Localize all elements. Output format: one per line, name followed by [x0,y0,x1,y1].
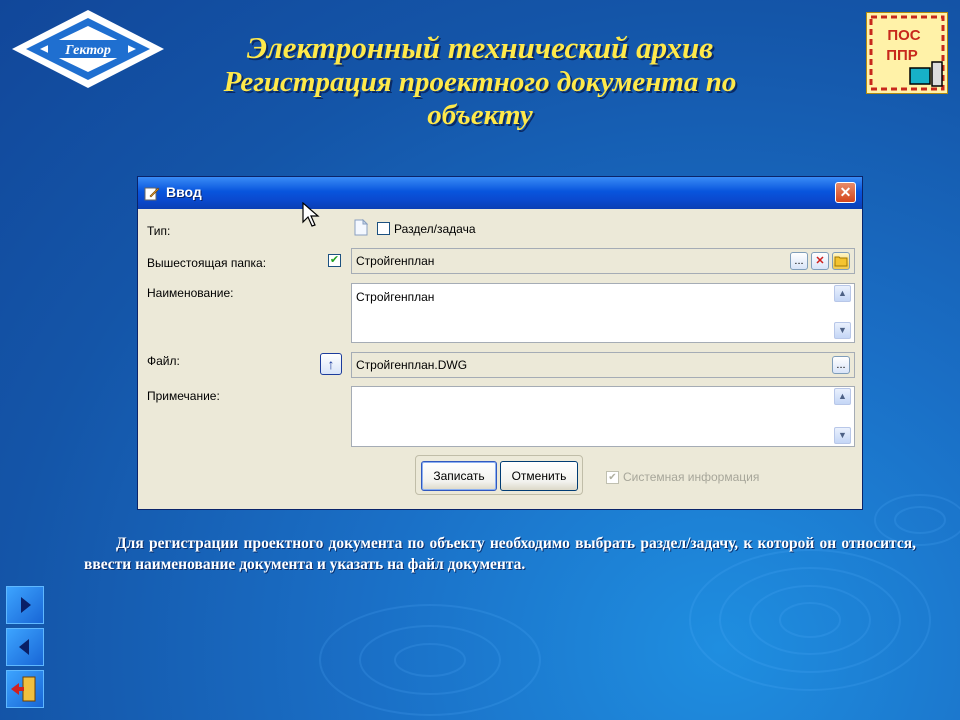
dialog-title: Ввод [166,184,202,200]
system-info-checkbox[interactable]: ✔ [606,471,619,484]
parent-folder-label: Вышестоящая папка: [147,256,267,270]
dialog-titlebar[interactable]: Ввод ✕ [138,177,862,209]
note-label: Примечание: [147,389,220,403]
pos-ppr-logo: ПОС ППР [866,12,948,94]
save-button[interactable]: Записать [421,461,497,491]
folder-icon [834,256,848,267]
name-scroll-down-button[interactable]: ▼ [834,322,851,339]
play-right-icon [21,597,31,613]
cancel-button[interactable]: Отменить [500,461,578,491]
note-textarea[interactable] [351,386,855,447]
parent-browse-button[interactable]: ... [790,252,808,270]
slide-description: Для регистрации проектного документа по … [84,535,916,573]
file-browse-button[interactable]: ... [832,356,850,374]
parent-folder-value: Стройгенплан [356,254,435,268]
name-scroll-up-button[interactable]: ▲ [834,285,851,302]
mouse-cursor-icon [302,202,320,227]
file-value: Стройгенплан.DWG [356,358,468,372]
folder-icon-button[interactable] [832,252,850,270]
note-scrollbar[interactable]: ▲ ▼ [834,388,851,445]
name-value: Стройгенплан [356,290,435,304]
edit-pencil-icon [144,187,160,201]
section-task-checkbox[interactable] [377,222,390,235]
next-slide-button[interactable] [6,586,44,624]
title-line-2: Регистрация проектного документа по [223,66,737,98]
parent-clear-button[interactable]: ✕ [811,252,829,270]
name-textarea[interactable]: Стройгенплан [351,283,855,343]
hector-logo-text: Гектор [64,43,111,58]
pos-text: ПОС [887,27,920,44]
upload-file-button[interactable]: ↑ [320,353,342,375]
note-scroll-down-button[interactable]: ▼ [834,427,851,444]
close-button[interactable]: ✕ [835,182,856,203]
parent-folder-checkbox[interactable]: ✔ [328,254,341,267]
input-dialog: Ввод ✕ Тип: Раздел/задача Вышестоящая па… [137,176,863,510]
parent-folder-field[interactable]: Стройгенплан [351,248,855,274]
exit-door-icon [11,676,36,702]
type-label: Тип: [147,224,171,238]
hector-logo: Гектор [12,10,164,88]
section-task-label: Раздел/задача [394,222,476,236]
exit-button[interactable] [6,670,44,708]
slide-title: Электронный технический архив Регистраци… [200,30,760,132]
note-scroll-up-button[interactable]: ▲ [834,388,851,405]
document-icon [354,219,368,236]
title-line-3: объекту [427,99,533,131]
system-info-label: Системная информация [623,470,760,484]
file-label: Файл: [147,354,180,368]
title-line-1: Электронный технический архив [246,30,714,65]
ppr-text: ППР [886,47,918,64]
name-scrollbar[interactable]: ▲ ▼ [834,285,851,341]
play-left-icon [19,639,29,655]
file-field[interactable]: Стройгенплан.DWG [351,352,855,378]
prev-slide-button[interactable] [6,628,44,666]
name-label: Наименование: [147,286,234,300]
